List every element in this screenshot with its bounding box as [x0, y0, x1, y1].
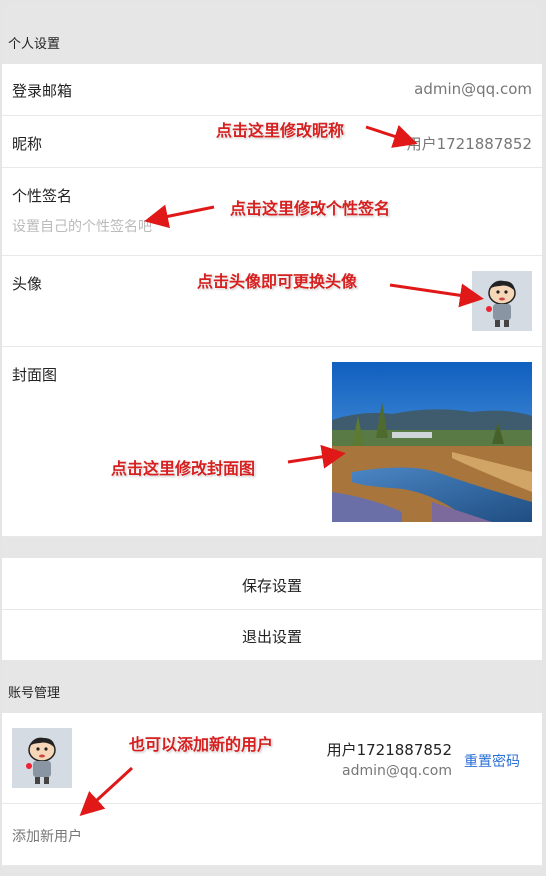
logout-settings-button[interactable]: 退出设置: [2, 610, 542, 661]
add-user-button[interactable]: 添加新用户: [12, 826, 82, 846]
cover-row[interactable]: 封面图: [2, 347, 542, 537]
signature-input[interactable]: 设置自己的个性签名吧: [12, 216, 152, 236]
personal-settings-header: 个人设置: [2, 2, 542, 64]
signature-label: 个性签名: [12, 187, 73, 205]
save-settings-label: 保存设置: [241, 577, 302, 595]
landscape-photo: [332, 362, 532, 522]
account-row[interactable]: 用户1721887852 admin@qq.com 重置密码: [2, 713, 542, 804]
account-avatar: [12, 728, 72, 788]
email-row: 登录邮箱 admin@qq.com: [2, 64, 542, 116]
account-management-header: 账号管理: [2, 661, 542, 713]
account-management-title: 账号管理: [8, 686, 61, 701]
save-settings-button[interactable]: 保存设置: [2, 558, 542, 610]
nickname-label: 昵称: [12, 135, 43, 153]
avatar-label: 头像: [12, 275, 43, 293]
nickname-value[interactable]: 用户1721887852: [407, 133, 532, 154]
section-spacer: [2, 537, 542, 558]
add-user-row[interactable]: 添加新用户: [2, 804, 542, 866]
nickname-annotation: 点击这里修改昵称: [216, 121, 345, 140]
avatar-image[interactable]: [472, 271, 532, 331]
add-user-annotation: 也可以添加新的用户: [129, 735, 274, 754]
account-username: 用户1721887852: [326, 741, 452, 759]
cartoon-avatar-icon: [472, 271, 532, 331]
email-label: 登录邮箱: [12, 82, 73, 100]
cover-image[interactable]: [332, 362, 532, 522]
reset-password-link[interactable]: 重置密码: [464, 751, 520, 771]
cover-annotation: 点击这里修改封面图: [111, 459, 256, 478]
avatar-annotation: 点击头像即可更换头像: [197, 272, 358, 291]
signature-annotation: 点击这里修改个性签名: [230, 199, 391, 218]
email-value: admin@qq.com: [414, 80, 532, 98]
personal-settings-title: 个人设置: [8, 37, 61, 52]
account-email: admin@qq.com: [342, 763, 452, 779]
cover-label: 封面图: [12, 366, 58, 384]
cartoon-avatar-icon: [12, 728, 72, 788]
logout-settings-label: 退出设置: [241, 628, 302, 646]
